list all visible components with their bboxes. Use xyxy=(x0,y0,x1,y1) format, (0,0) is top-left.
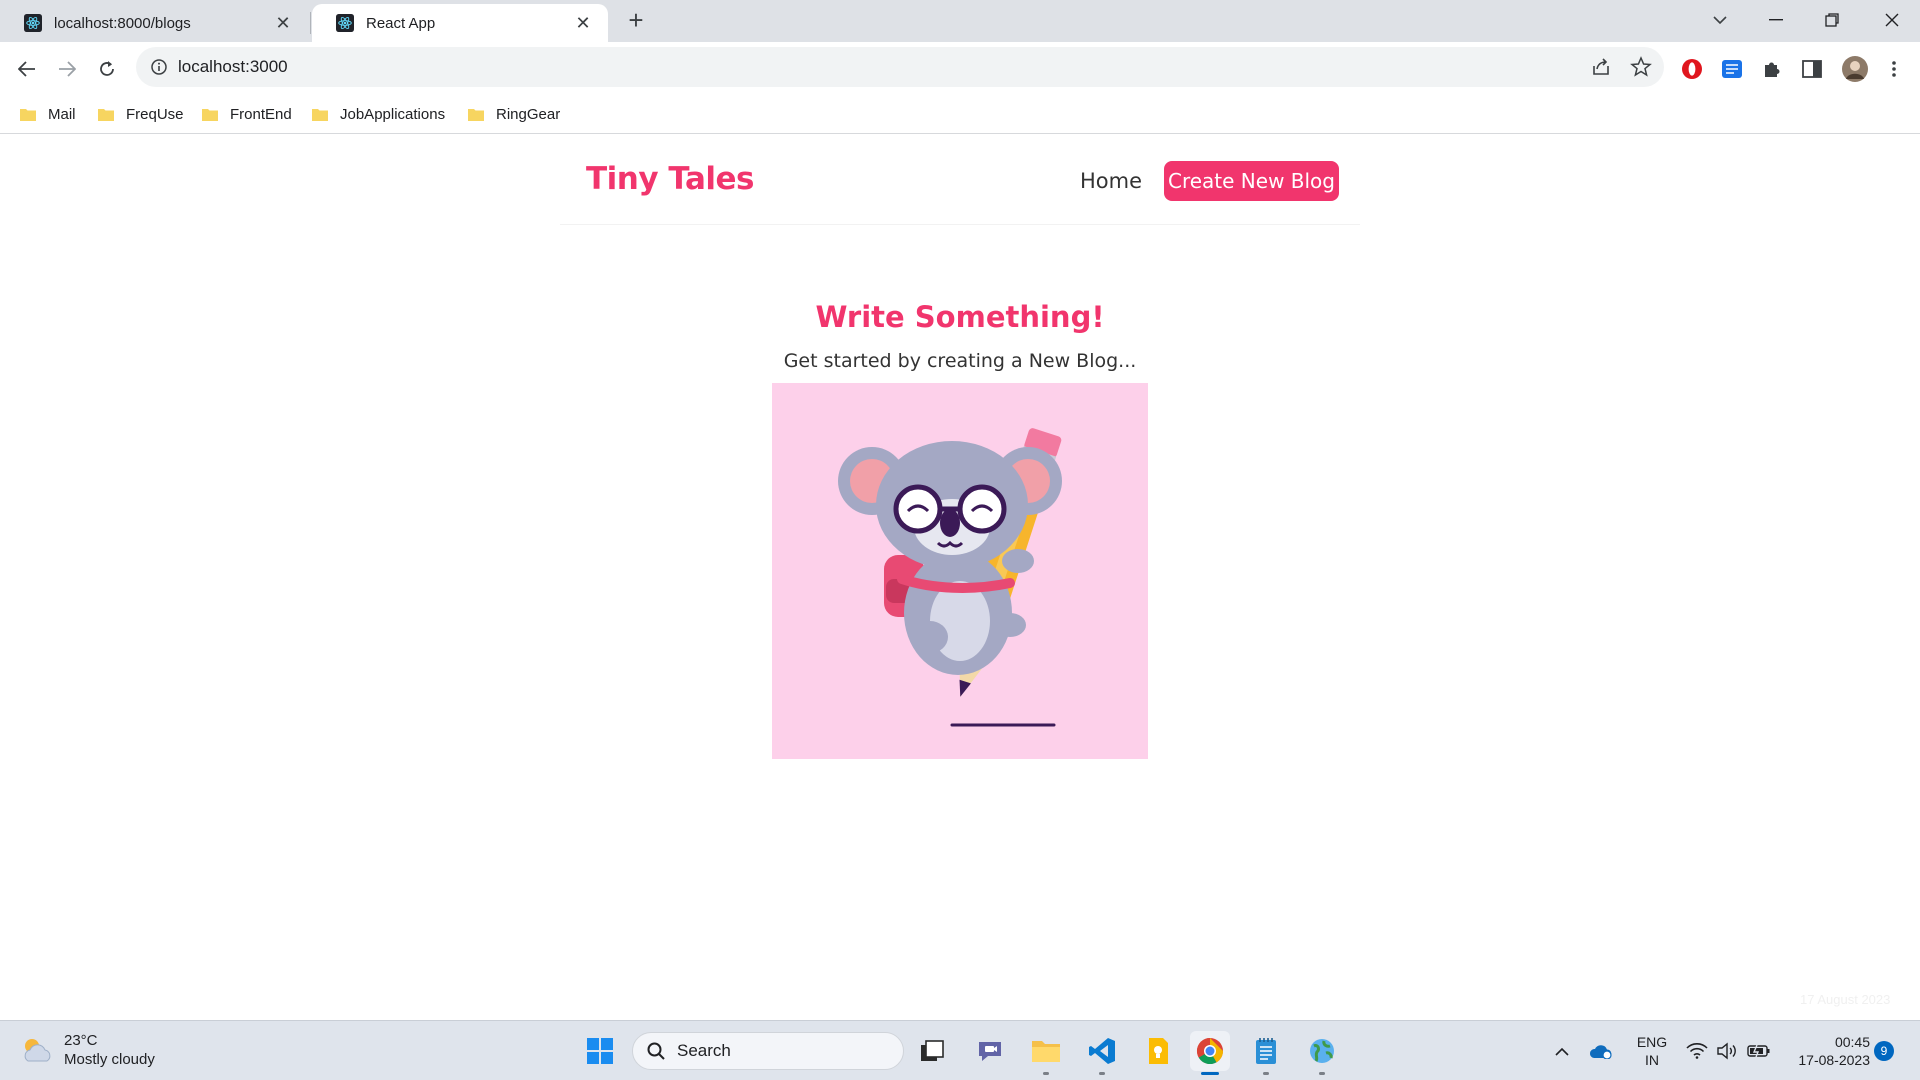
vscode-button[interactable] xyxy=(1082,1031,1122,1075)
running-indicator xyxy=(1319,1072,1325,1075)
teams-chat-button[interactable] xyxy=(970,1031,1010,1071)
running-indicator xyxy=(1263,1072,1269,1075)
minimize-button[interactable] xyxy=(1748,0,1804,40)
browser-menu-icon[interactable] xyxy=(1882,57,1906,81)
chat-icon xyxy=(979,1042,1001,1061)
clock-time: 00:45 xyxy=(1834,1034,1870,1050)
weather-widget[interactable]: 23°C Mostly cloudy xyxy=(20,1031,155,1069)
folder-icon xyxy=(20,109,36,121)
chrome-icon xyxy=(1196,1037,1224,1065)
notepad-button[interactable] xyxy=(1246,1031,1286,1075)
bookmark-label: FreqUse xyxy=(126,105,184,123)
taskbar-search[interactable]: Search xyxy=(632,1032,904,1070)
lightbulb-note-icon xyxy=(1149,1038,1168,1064)
tab-title: localhost:8000/blogs xyxy=(54,14,191,32)
bookmark-star-icon[interactable] xyxy=(1630,56,1652,78)
chrome-button[interactable] xyxy=(1190,1031,1230,1075)
tab-separator xyxy=(310,12,311,34)
reload-icon[interactable] xyxy=(89,51,125,87)
active-indicator xyxy=(1201,1072,1219,1075)
onedrive-icon[interactable] xyxy=(1586,1021,1616,1080)
site-navbar: Tiny Tales Home Create New Blog xyxy=(560,135,1360,225)
volume-icon[interactable] xyxy=(1714,1021,1740,1080)
koala-pencil-image xyxy=(838,428,1062,727)
reader-extension-icon[interactable] xyxy=(1720,57,1744,81)
bookmark-jobapplications[interactable]: JobApplications xyxy=(312,96,445,132)
battery-icon[interactable] xyxy=(1744,1021,1774,1080)
folder-icon xyxy=(98,109,114,121)
taskbar-clock[interactable]: 00:45 17-08-2023 xyxy=(1780,1033,1870,1069)
folder-icon xyxy=(312,109,328,121)
search-label: Search xyxy=(677,1041,731,1060)
globe-icon xyxy=(1310,1039,1334,1063)
show-hidden-icons-chevron-icon[interactable] xyxy=(1550,1021,1574,1080)
tab-search-chevron-icon[interactable] xyxy=(1692,0,1748,40)
bookmark-ringgear[interactable]: RingGear xyxy=(468,96,560,132)
tab-blogs[interactable]: localhost:8000/blogs ✕ xyxy=(0,4,308,42)
create-new-blog-button[interactable]: Create New Blog xyxy=(1164,161,1339,201)
bookmark-label: RingGear xyxy=(496,105,561,123)
keep-notes-button[interactable] xyxy=(1138,1031,1178,1071)
running-indicator xyxy=(1099,1072,1105,1075)
profile-avatar[interactable] xyxy=(1840,56,1870,82)
forward-icon[interactable] xyxy=(49,51,85,87)
home-link[interactable]: Home xyxy=(1080,169,1142,193)
weather-temp: 23°C xyxy=(64,1032,98,1049)
folder-icon xyxy=(202,109,218,121)
extensions-puzzle-icon[interactable] xyxy=(1760,57,1784,81)
opera-extension-icon[interactable] xyxy=(1680,57,1704,81)
site-brand[interactable]: Tiny Tales xyxy=(586,161,755,197)
bookmark-label: FrontEnd xyxy=(230,105,292,123)
file-explorer-button[interactable] xyxy=(1026,1031,1066,1075)
tab-strip: localhost:8000/blogs ✕ React App ✕ + xyxy=(0,0,1920,42)
wifi-icon[interactable] xyxy=(1684,1021,1710,1080)
input-language-indicator[interactable]: ENG IN xyxy=(1632,1033,1672,1069)
folder-icon xyxy=(468,109,484,121)
hero-title: Write Something! xyxy=(815,300,1105,334)
restore-button[interactable] xyxy=(1804,0,1860,40)
start-button[interactable] xyxy=(580,1031,620,1071)
bookmark-frequse[interactable]: FreqUse xyxy=(98,96,184,132)
lang-line1: ENG xyxy=(1636,1034,1668,1050)
back-icon[interactable] xyxy=(9,51,45,87)
vscode-icon xyxy=(1089,1038,1115,1064)
bookmark-label: JobApplications xyxy=(340,105,446,123)
notification-badge[interactable]: 9 xyxy=(1874,1041,1894,1061)
bookmark-mail[interactable]: Mail xyxy=(20,96,76,132)
react-favicon-icon xyxy=(336,14,354,32)
address-bar[interactable]: localhost:3000 xyxy=(136,47,1664,87)
cloudy-weather-icon xyxy=(24,1039,51,1062)
react-favicon-icon xyxy=(24,14,42,32)
folder-icon xyxy=(1032,1041,1060,1062)
close-tab-icon[interactable]: ✕ xyxy=(572,12,594,34)
close-tab-icon[interactable]: ✕ xyxy=(272,12,294,34)
windows-logo-icon xyxy=(587,1038,613,1064)
bookmarks-bar: Mail FreqUse FrontEnd JobApplications Ri… xyxy=(0,96,1920,134)
search-icon xyxy=(647,1042,665,1060)
web-page: Tiny Tales Home Create New Blog Write So… xyxy=(0,135,1920,1021)
new-tab-button[interactable]: + xyxy=(622,5,650,35)
windows-taskbar: 23°C Mostly cloudy Search ENG IN 00:45 1… xyxy=(0,1020,1920,1080)
url-text: localhost:3000 xyxy=(178,57,288,76)
close-window-button[interactable] xyxy=(1864,0,1920,40)
site-info-icon[interactable] xyxy=(150,58,168,76)
side-panel-icon[interactable] xyxy=(1800,57,1824,81)
hero-subtitle: Get started by creating a New Blog... xyxy=(783,350,1137,372)
tab-react-app[interactable]: React App ✕ xyxy=(312,4,608,42)
browser-toolbar: localhost:3000 xyxy=(0,42,1920,96)
task-view-button[interactable] xyxy=(912,1031,952,1071)
share-icon[interactable] xyxy=(1590,56,1612,78)
faint-date-overlay: 17 August 2023 xyxy=(1800,992,1891,1007)
task-view-icon xyxy=(921,1040,944,1061)
running-indicator xyxy=(1043,1072,1049,1075)
tab-title: React App xyxy=(366,14,436,32)
bookmark-frontend[interactable]: FrontEnd xyxy=(202,96,292,132)
lang-line2: IN xyxy=(1645,1052,1659,1068)
koala-illustration xyxy=(772,383,1148,759)
notepad-icon xyxy=(1256,1038,1276,1064)
weather-condition: Mostly cloudy xyxy=(64,1051,155,1068)
globe-app-button[interactable] xyxy=(1302,1031,1342,1075)
clock-date: 17-08-2023 xyxy=(1798,1052,1870,1068)
bookmark-label: Mail xyxy=(48,105,76,123)
